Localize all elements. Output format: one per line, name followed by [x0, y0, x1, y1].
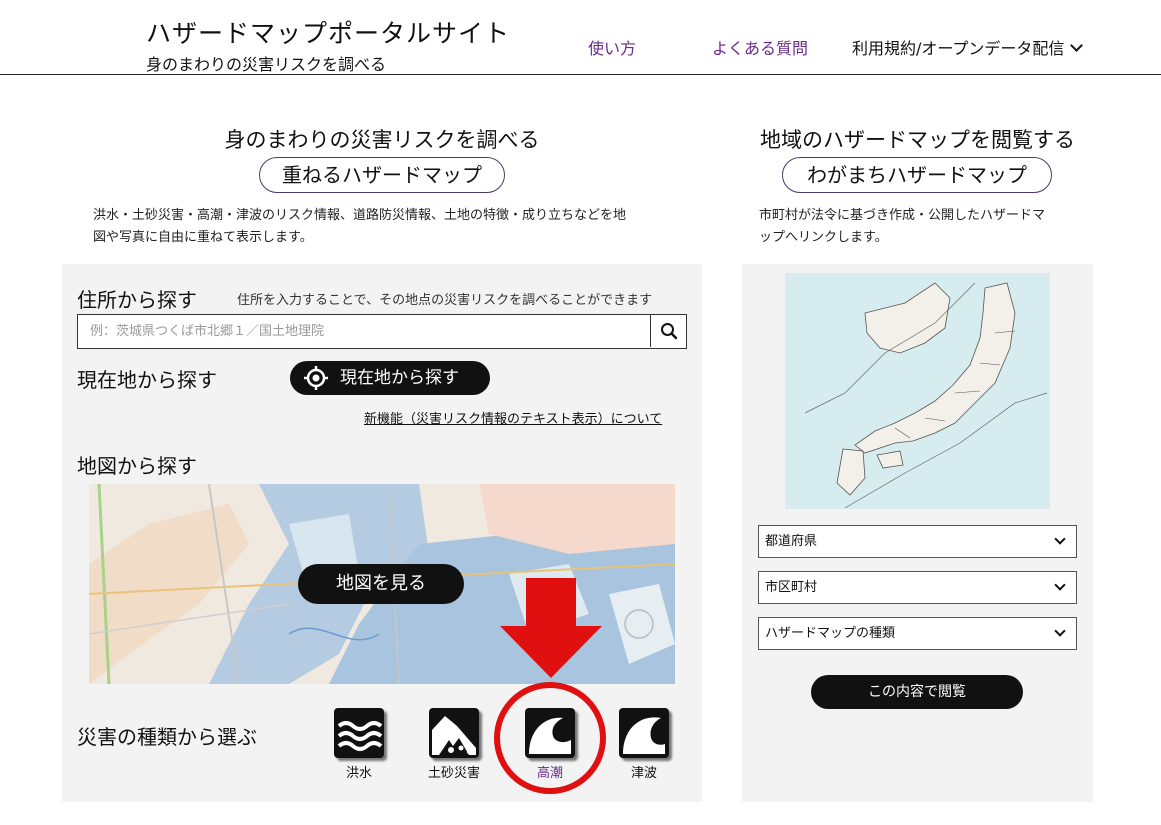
address-search-label: 住所から探す: [77, 288, 197, 312]
address-search-input[interactable]: [78, 315, 652, 347]
chevron-down-icon: [1054, 533, 1066, 545]
current-location-label: 現在地から探す: [77, 368, 217, 392]
left-description-line: 図や写真に自由に重ねて表示します。: [93, 230, 313, 245]
map-type-select[interactable]: ハザードマップの種類: [758, 617, 1077, 650]
landslide-icon[interactable]: [429, 708, 479, 758]
right-section-title: 地域のハザードマップを閲覧する: [760, 128, 1075, 152]
nav-terms-label: 利用規約/オープンデータ配信: [852, 39, 1065, 58]
local-hazard-map-pill[interactable]: わがまちハザードマップ: [782, 157, 1052, 193]
right-description-line: ップへリンクします。: [759, 230, 888, 245]
left-section-title: 身のまわりの災害リスクを調べる: [224, 128, 540, 152]
hazard-label-flood[interactable]: 洪水: [334, 762, 384, 781]
tsunami-icon-graphic: [623, 717, 665, 754]
site-subtitle: 身のまわりの災害リスクを調べる: [146, 55, 387, 74]
municipality-select-value: 市区町村: [765, 580, 818, 595]
map-type-select-value: ハザードマップの種類: [765, 626, 896, 641]
left-description: 洪水・土砂災害・高潮・津波のリスク情報、道路防災情報、土地の特徴・成り立ちなどを…: [93, 205, 683, 249]
prefecture-select-value: 都道府県: [765, 534, 818, 549]
japan-map[interactable]: [785, 273, 1050, 509]
municipality-select[interactable]: 市区町村: [758, 571, 1077, 604]
address-search-box: [77, 314, 687, 349]
landslide-icon-graphic: [432, 716, 476, 755]
current-location-button[interactable]: 現在地から探す: [290, 361, 490, 395]
hazard-type-label: 災害の種類から選ぶ: [77, 725, 257, 749]
search-button[interactable]: [650, 315, 686, 347]
chevron-down-icon: [1054, 625, 1066, 637]
chevron-down-icon: [1054, 579, 1066, 591]
view-map-button[interactable]: 地図を見る: [298, 564, 464, 604]
location-target-icon: [304, 366, 328, 390]
right-description-line: 市町村が法令に基づき作成・公開したハザードマ: [759, 208, 1046, 223]
address-search-hint: 住所を入力することで、その地点の災害リスクを調べることができます: [237, 293, 653, 308]
right-description: 市町村が法令に基づき作成・公開したハザードマ ップへリンクします。: [759, 205, 1079, 249]
red-arrow-annotation: [500, 578, 602, 678]
left-description-line: 洪水・土砂災害・高潮・津波のリスク情報、道路防災情報、土地の特徴・成り立ちなどを…: [93, 208, 627, 223]
map-search-label: 地図から探す: [77, 454, 197, 478]
japan-map-graphic: [785, 273, 1050, 509]
overlay-hazard-map-pill[interactable]: 重ねるハザードマップ: [259, 157, 505, 193]
nav-usage-link[interactable]: 使い方: [588, 35, 636, 59]
new-feature-link[interactable]: 新機能（災害リスク情報のテキスト表示）について: [364, 408, 662, 427]
view-with-settings-button[interactable]: この内容で閲覧: [811, 675, 1023, 709]
flood-icon[interactable]: [334, 708, 384, 758]
search-icon: [661, 323, 678, 340]
current-location-button-label: 現在地から探す: [340, 368, 459, 388]
nav-faq-link[interactable]: よくある質問: [712, 35, 808, 59]
red-circle-annotation: [494, 682, 606, 794]
chevron-down-icon: [1070, 39, 1084, 52]
flood-icon-graphic: [337, 721, 383, 751]
hazard-label-tsunami[interactable]: 津波: [619, 762, 669, 781]
tsunami-icon[interactable]: [619, 708, 669, 758]
site-header: ハザードマップポータルサイト 身のまわりの災害リスクを調べる 使い方 よくある質…: [0, 0, 1161, 75]
site-title[interactable]: ハザードマップポータルサイト: [146, 14, 510, 50]
prefecture-select[interactable]: 都道府県: [758, 525, 1077, 558]
hazard-label-landslide[interactable]: 土砂災害: [414, 762, 494, 781]
nav-terms-dropdown[interactable]: 利用規約/オープンデータ配信: [852, 35, 1084, 59]
